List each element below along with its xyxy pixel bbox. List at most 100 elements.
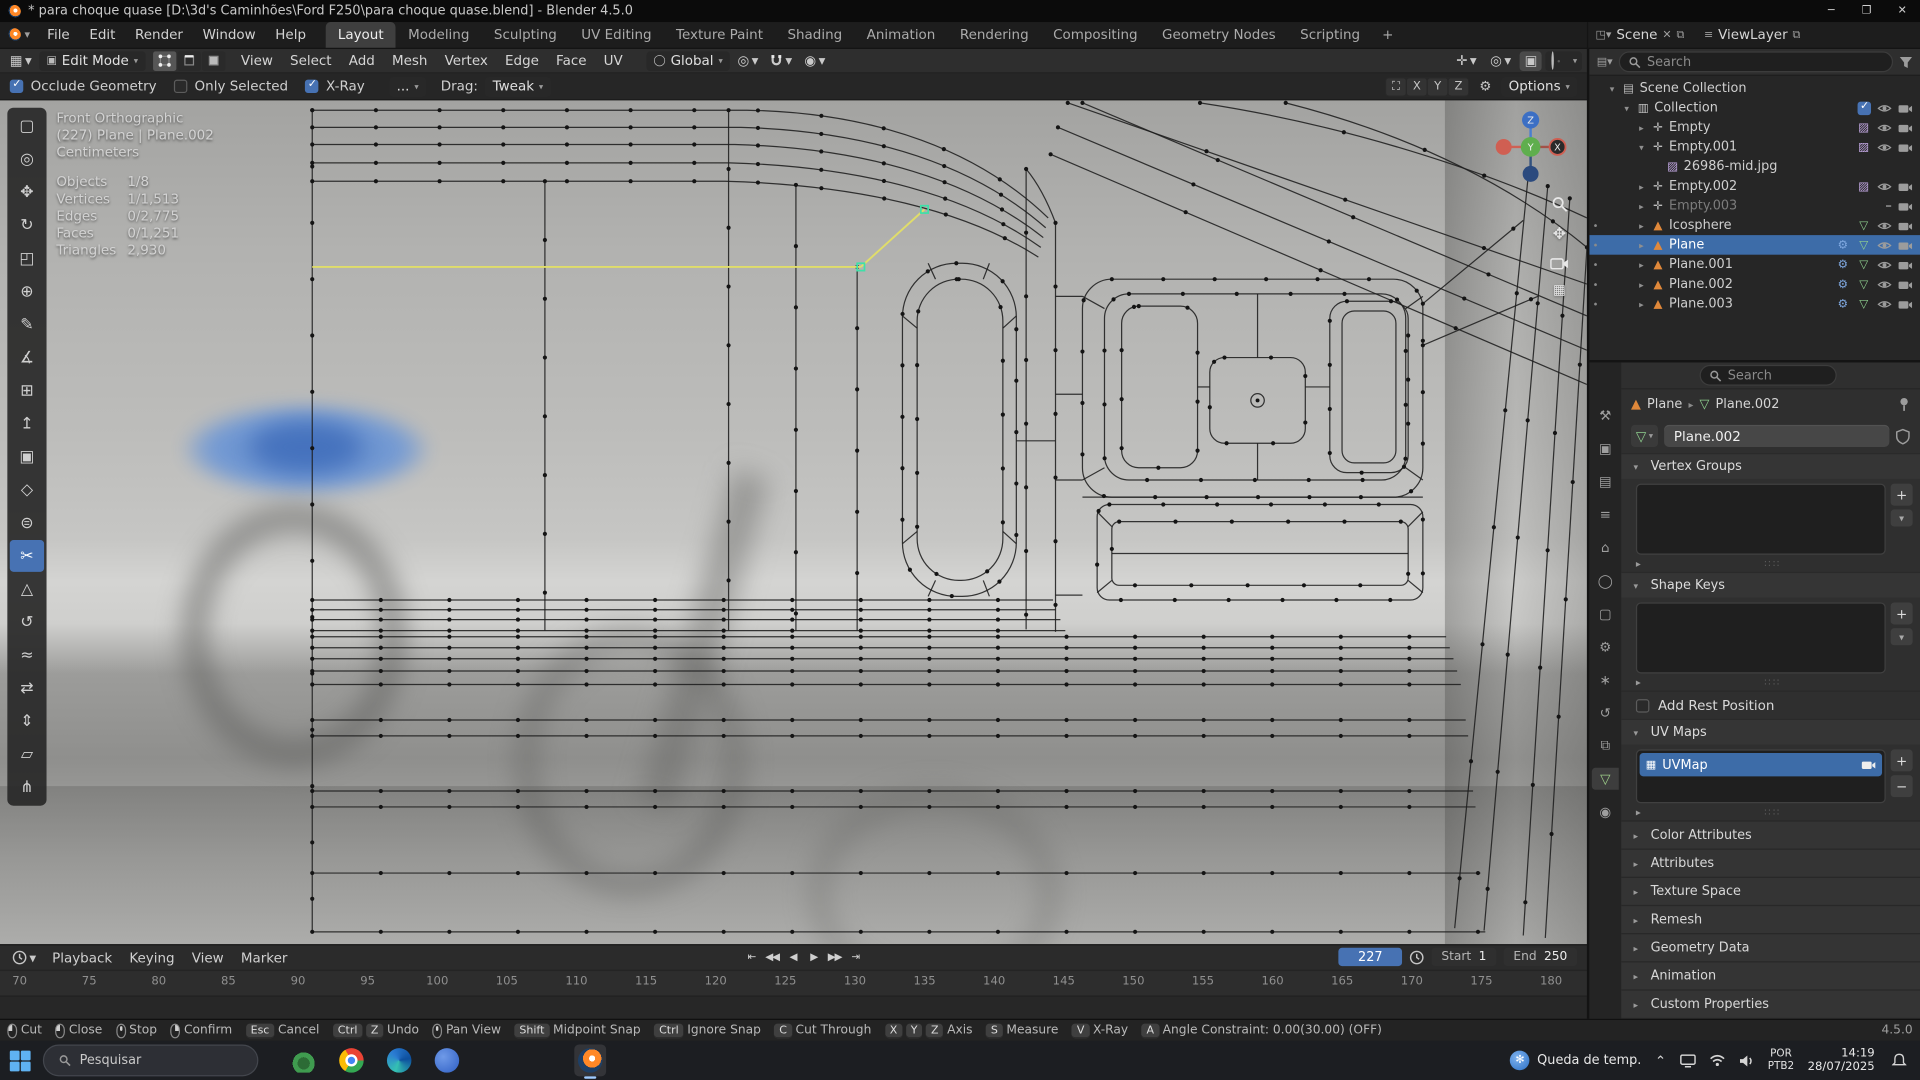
start-button[interactable]	[10, 1050, 31, 1071]
extrude-region-tool[interactable]: ↥	[10, 408, 44, 440]
add-cube-tool[interactable]: ⊞	[10, 375, 44, 407]
properties-tab-physics[interactable]: ↺	[1592, 702, 1619, 724]
collection-checkbox[interactable]	[1858, 101, 1871, 114]
panel-attributes[interactable]: ▸Attributes	[1621, 849, 1920, 877]
outliner-row-plane-001[interactable]: •▸▲Plane.001⚙▽	[1589, 255, 1920, 275]
filter-icon[interactable]	[1899, 56, 1912, 68]
vertex-groups-list[interactable]	[1636, 484, 1886, 555]
zoom-icon[interactable]	[1551, 196, 1568, 213]
properties-tab-tool[interactable]: ⚒	[1592, 404, 1619, 426]
workspace-tab-modeling[interactable]: Modeling	[396, 22, 482, 48]
panel-remesh[interactable]: ▸Remesh	[1621, 905, 1920, 933]
timeline-ruler[interactable]: 7075808590951001051101151201251301351401…	[0, 970, 1587, 996]
menu-window[interactable]: Window	[193, 22, 266, 48]
shading-wireframe-icon[interactable]	[1551, 51, 1556, 69]
disclosure-icon[interactable]: ▸	[1636, 181, 1647, 192]
viewport-menu-select[interactable]: Select	[281, 53, 340, 69]
panel-grip[interactable]: ∷∷	[1764, 558, 1781, 569]
disclosure-icon[interactable]: ▸	[1636, 200, 1647, 211]
axis-y-button[interactable]: Y	[1428, 78, 1448, 95]
taskbar-app-explorer[interactable]	[479, 1044, 511, 1076]
camera-icon[interactable]	[1898, 181, 1913, 192]
tray-expand-icon[interactable]: ⌃	[1655, 1052, 1666, 1068]
scene-unlink-icon[interactable]: ✕	[1662, 29, 1671, 41]
viewport-menu-add[interactable]: Add	[340, 53, 383, 69]
fake-user-icon[interactable]	[1896, 428, 1911, 444]
properties-tab-particles[interactable]: ∗	[1592, 669, 1619, 691]
camera-icon[interactable]	[1898, 259, 1913, 270]
volume-icon[interactable]	[1738, 1054, 1754, 1067]
properties-tab-output[interactable]: ▤	[1592, 470, 1619, 492]
xray-checkbox[interactable]	[305, 80, 318, 93]
grid-ortho-icon[interactable]: ▦	[1553, 282, 1566, 298]
camera-icon[interactable]	[1898, 200, 1913, 211]
scene-name[interactable]: Scene	[1616, 27, 1657, 43]
properties-tab-object[interactable]: ▢	[1592, 602, 1619, 624]
camera-icon[interactable]	[1898, 220, 1913, 231]
disclosure-icon[interactable]: ▸	[1636, 259, 1647, 270]
datablock-type-button[interactable]: ▽▾	[1631, 425, 1658, 447]
show-overlays-icon[interactable]: ◎▾	[1485, 51, 1516, 71]
timeline-menu-keying[interactable]: Keying	[121, 950, 183, 966]
jump-start-button[interactable]: ⇤	[742, 948, 760, 966]
display-icon[interactable]	[1680, 1054, 1696, 1067]
eye-icon[interactable]	[1877, 141, 1892, 152]
edge-slide-tool[interactable]: ⇄	[10, 672, 44, 704]
panel-texture-space[interactable]: ▸Texture Space	[1621, 877, 1920, 905]
disclosure-icon[interactable]: ▸	[1636, 298, 1647, 309]
timeline-menu-view[interactable]: View	[183, 950, 232, 966]
prev-keyframe-button[interactable]: ◀◀	[763, 948, 781, 966]
toggle-xray-icon[interactable]: ▣	[1520, 51, 1543, 71]
camera-icon[interactable]	[1898, 298, 1913, 309]
poly-build-tool[interactable]: △	[10, 573, 44, 605]
properties-tab-scene[interactable]: ⌂	[1592, 536, 1619, 558]
camera-icon[interactable]	[1898, 279, 1913, 290]
eye-icon[interactable]	[1877, 239, 1892, 250]
move-tool[interactable]: ✥	[10, 176, 44, 208]
taskbar-app-media[interactable]	[527, 1044, 559, 1076]
properties-tab-object-data[interactable]: ▽	[1592, 768, 1619, 790]
taskbar-app-teams[interactable]	[431, 1044, 463, 1076]
outliner-search-input[interactable]: Search	[1619, 51, 1893, 72]
spin-tool[interactable]: ↺	[10, 606, 44, 638]
add-workspace-button[interactable]: +	[1372, 22, 1403, 48]
disclosure-icon[interactable]: ▾	[1621, 102, 1632, 113]
outliner-row-plane[interactable]: •▸▲Plane⚙▽	[1589, 235, 1920, 255]
menu-edit[interactable]: Edit	[80, 22, 126, 48]
workspace-tab-animation[interactable]: Animation	[854, 22, 947, 48]
notification-center-icon[interactable]	[1888, 1053, 1910, 1068]
end-frame-field[interactable]: End250	[1504, 948, 1578, 966]
annotate-tool[interactable]: ✎	[10, 309, 44, 341]
eye-icon[interactable]	[1877, 279, 1892, 290]
bevel-tool[interactable]: ◇	[10, 474, 44, 506]
start-frame-field[interactable]: Start1	[1432, 948, 1497, 966]
viewport-menu-mesh[interactable]: Mesh	[383, 53, 436, 69]
next-keyframe-button[interactable]: ▶▶	[825, 948, 843, 966]
editor-type-icon[interactable]: ▦▾	[5, 51, 37, 71]
smooth-tool[interactable]: ≈	[10, 639, 44, 671]
play-reverse-button[interactable]: ◀	[784, 948, 802, 966]
add-rest-position-checkbox[interactable]	[1636, 699, 1649, 712]
outliner-row-26986-mid-jpg[interactable]: ▨26986-mid.jpg	[1589, 157, 1920, 177]
disclosure-icon[interactable]: ▸	[1636, 239, 1647, 250]
workspace-tab-sculpting[interactable]: Sculpting	[482, 22, 569, 48]
panel-color-attributes[interactable]: ▸Color Attributes	[1621, 820, 1920, 848]
vertex-group-specials-button[interactable]: ▾	[1891, 509, 1913, 526]
cursor-tool[interactable]: ◎	[10, 143, 44, 175]
orientation-dropdown[interactable]: ◯ Global▾	[646, 51, 730, 71]
select-box-tool[interactable]: ▢	[10, 110, 44, 142]
clock[interactable]: 14:1928/07/2025	[1808, 1047, 1875, 1074]
camera-icon[interactable]	[1898, 122, 1913, 133]
add-shape-key-button[interactable]: +	[1891, 602, 1913, 624]
language-indicator[interactable]: PORPTB2	[1768, 1048, 1794, 1072]
jump-end-button[interactable]: ⇥	[846, 948, 864, 966]
properties-tab-view-layer[interactable]: ≡	[1592, 503, 1619, 525]
outliner-row-empty-002[interactable]: ▸✛Empty.002▨	[1589, 176, 1920, 196]
tool-settings-gear-icon[interactable]: ⚙	[1474, 77, 1496, 97]
axis-x-button[interactable]: X	[1407, 78, 1427, 95]
properties-tab-constraints[interactable]: ⧉	[1592, 735, 1619, 757]
viewport-menu-vertex[interactable]: Vertex	[436, 53, 496, 69]
workspace-tab-rendering[interactable]: Rendering	[948, 22, 1041, 48]
workspace-tab-compositing[interactable]: Compositing	[1041, 22, 1150, 48]
rip-region-tool[interactable]: ⋔	[10, 771, 44, 803]
